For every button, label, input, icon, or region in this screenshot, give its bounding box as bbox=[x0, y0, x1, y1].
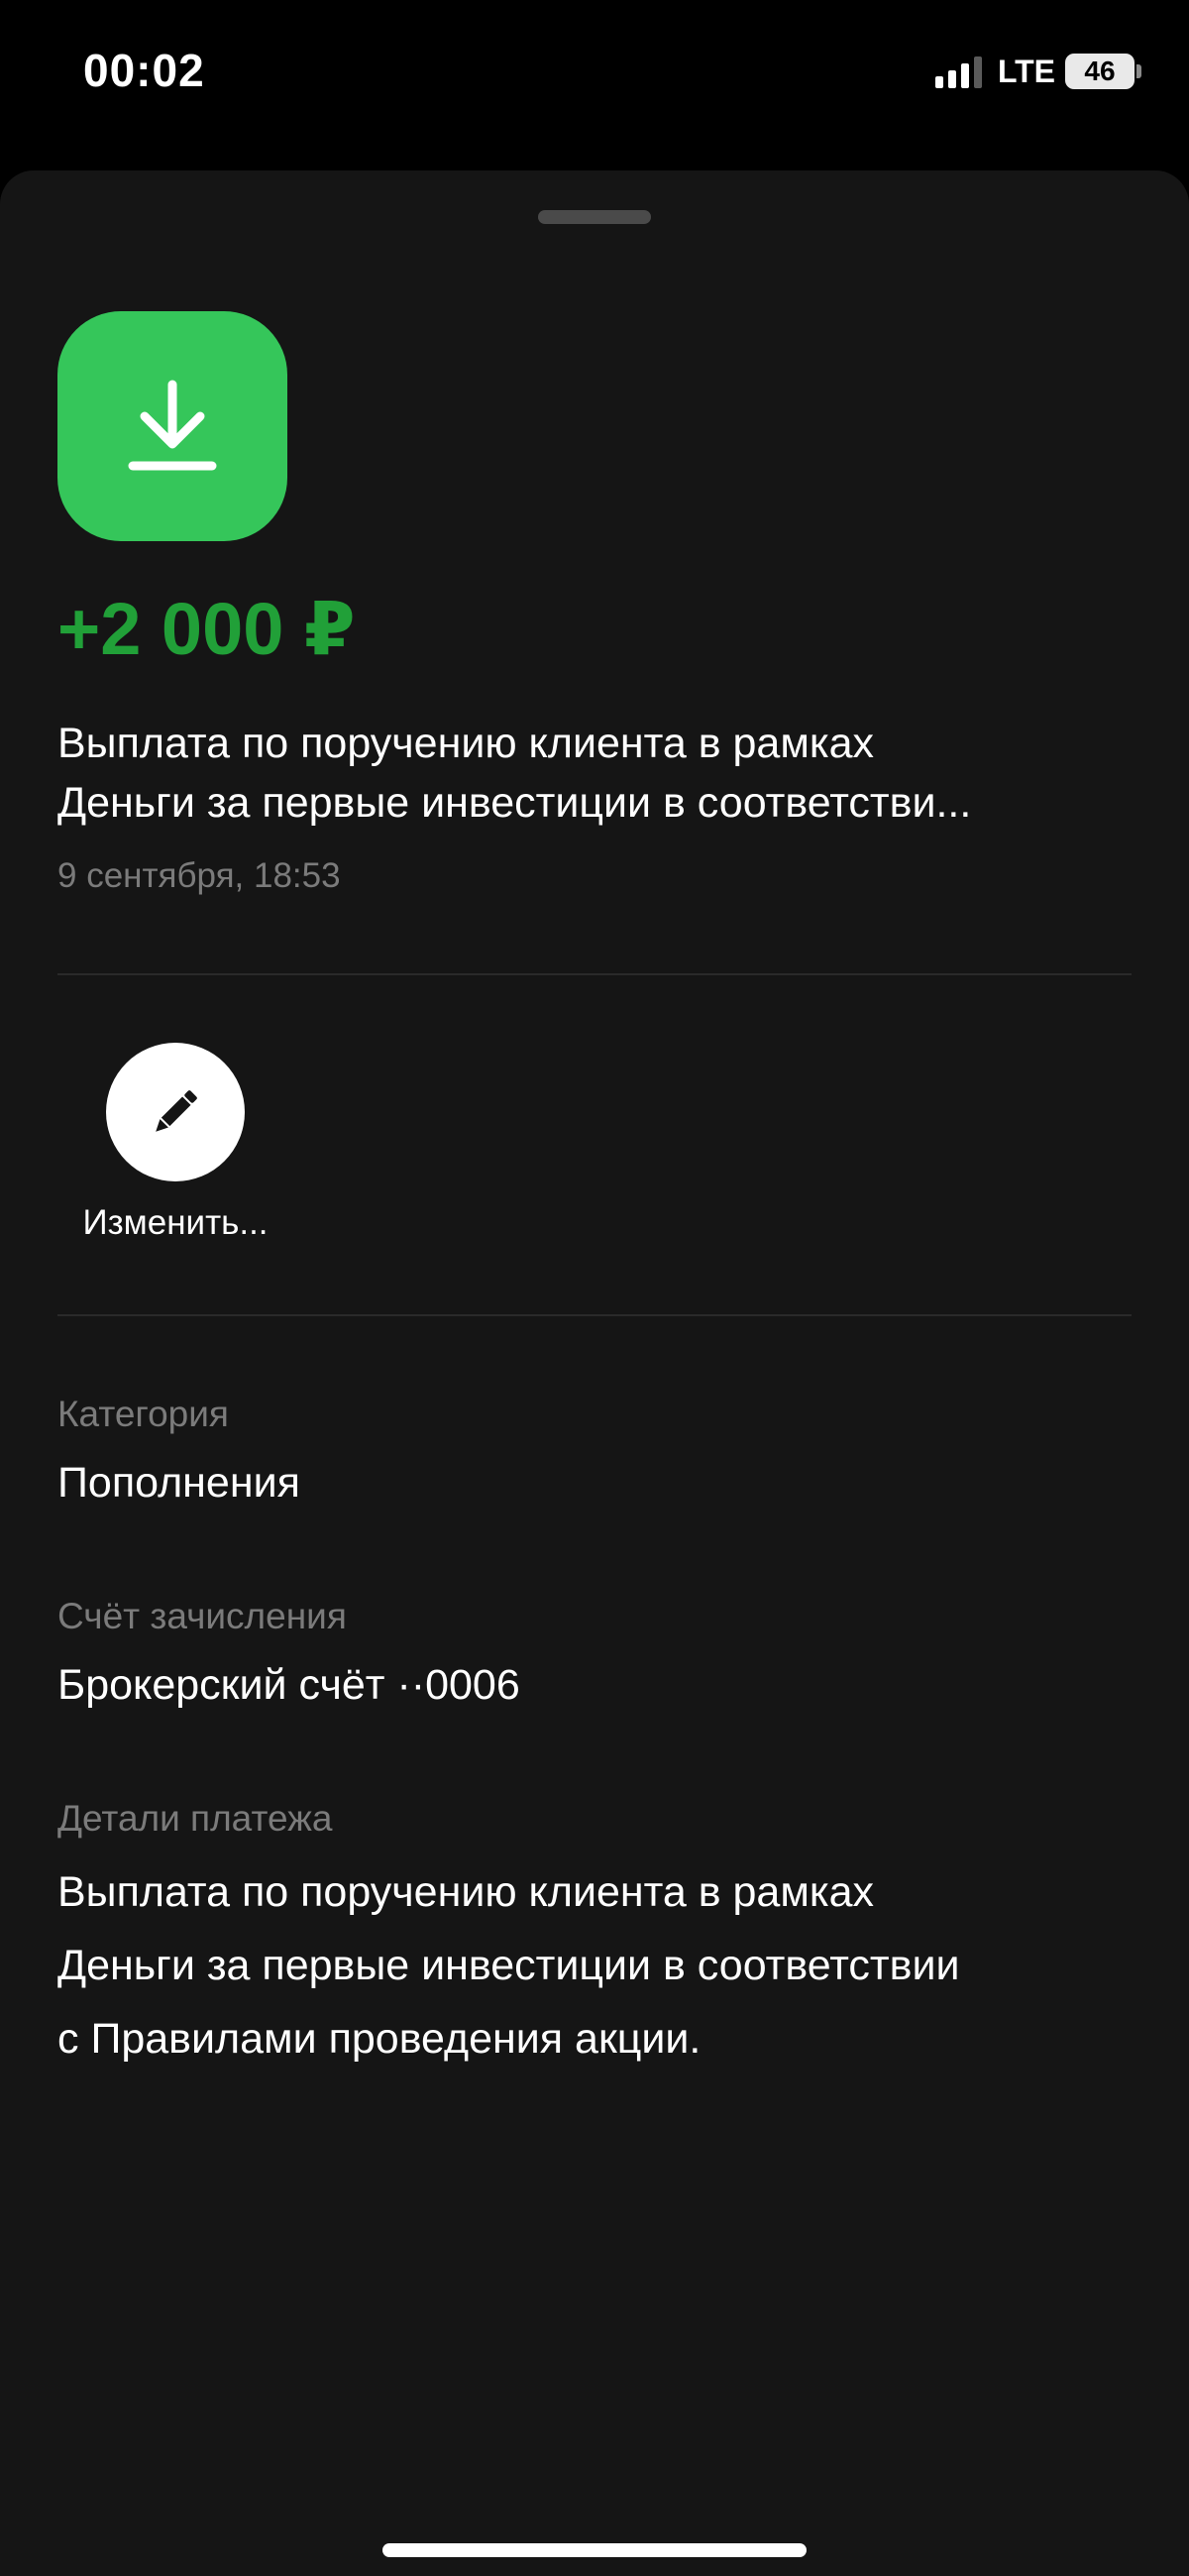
sheet-grabber-handle[interactable] bbox=[538, 210, 651, 224]
edit-circle[interactable] bbox=[106, 1043, 245, 1181]
status-indicators: LTE 46 bbox=[934, 52, 1141, 91]
transaction-date: 9 сентября, 18:53 bbox=[57, 856, 341, 895]
download-arrow-icon bbox=[57, 311, 287, 541]
description-line: Деньги за первые инвестиции в соответств… bbox=[57, 779, 972, 827]
divider bbox=[57, 1314, 1132, 1316]
pencil-icon bbox=[156, 1090, 197, 1132]
account-label: Счёт зачисления bbox=[57, 1596, 347, 1636]
details-line: Деньги за первые инвестиции в соответств… bbox=[57, 1942, 960, 1989]
category-label: Категория bbox=[57, 1394, 229, 1434]
description-line: Выплата по поручению клиента в рамках bbox=[57, 720, 875, 767]
divider bbox=[57, 973, 1132, 975]
status-bar: 00:02 LTE 46 bbox=[0, 0, 1189, 159]
home-indicator[interactable] bbox=[382, 2543, 807, 2557]
signal-icon bbox=[934, 55, 982, 88]
transaction-sheet: +2 000 ₽ Выплата по поручению клиента в … bbox=[0, 170, 1189, 2576]
payment-details-value: Выплата по поручению клиента в рамках Де… bbox=[57, 1855, 1147, 2075]
battery-icon: 46 bbox=[1065, 54, 1135, 89]
category-value: Пополнения bbox=[57, 1459, 300, 1507]
transaction-amount: +2 000 ₽ bbox=[57, 588, 356, 670]
edit-button[interactable]: Изменить... bbox=[61, 1043, 289, 1243]
edit-label: Изменить... bbox=[82, 1203, 269, 1242]
account-value: Брокерский счёт ··0006 bbox=[57, 1661, 520, 1709]
payment-details-label: Детали платежа bbox=[57, 1798, 333, 1839]
details-line: с Правилами проведения акции. bbox=[57, 2015, 702, 2063]
transaction-description: Выплата по поручению клиента в рамках Де… bbox=[57, 714, 1137, 833]
details-line: Выплата по поручению клиента в рамках bbox=[57, 1868, 875, 1916]
status-time: 00:02 bbox=[83, 45, 205, 96]
battery-tip bbox=[1136, 64, 1141, 78]
network-type: LTE bbox=[997, 53, 1055, 89]
